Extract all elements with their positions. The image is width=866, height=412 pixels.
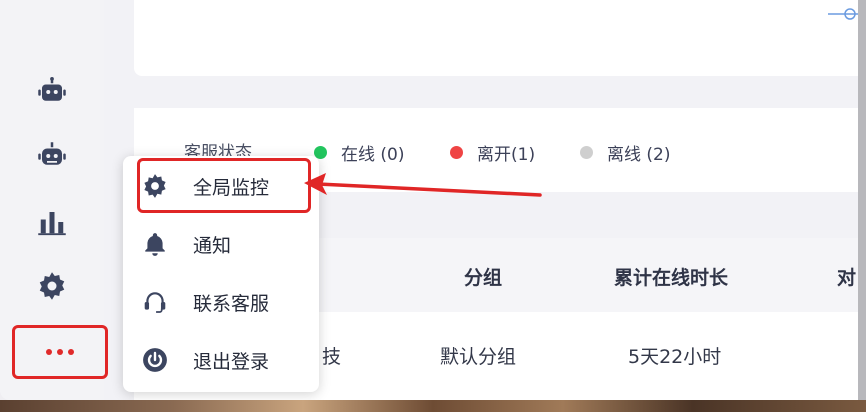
- annotation-highlight-box: [137, 158, 311, 213]
- robot-alt-icon[interactable]: [36, 140, 68, 172]
- menu-item-label: 退出登录: [193, 350, 270, 373]
- column-header-group: 分组: [464, 267, 503, 289]
- offline-dot-icon: [580, 146, 593, 159]
- cell-name: 技: [322, 346, 342, 368]
- overview-card: [134, 0, 858, 76]
- status-online-label: 在线 (0): [341, 145, 405, 165]
- window-edge: [858, 0, 866, 412]
- app-window: 客服状态 在线 (0) 离开(1) 离线 (2) 分组 累计在线时长 对 技 默…: [0, 0, 858, 400]
- menu-item-contact-support[interactable]: 联系客服: [123, 278, 319, 326]
- menu-item-logout[interactable]: 退出登录: [123, 336, 319, 384]
- more-icon: [46, 349, 74, 355]
- power-icon: [141, 346, 169, 374]
- bell-icon: [141, 230, 169, 258]
- status-away-label: 离开(1): [477, 145, 536, 165]
- chart-line-icon: [828, 8, 858, 20]
- menu-item-label: 联系客服: [193, 292, 270, 315]
- robot-icon[interactable]: [36, 76, 68, 108]
- headset-icon: [141, 288, 169, 316]
- annotation-arrow-icon: [304, 173, 542, 197]
- status-online: 在线 (0): [314, 140, 404, 165]
- status-offline-label: 离线 (2): [607, 145, 671, 165]
- column-header-online-duration: 累计在线时长: [614, 267, 729, 289]
- status-offline: 离线 (2): [580, 140, 670, 165]
- bar-chart-icon[interactable]: [36, 206, 68, 238]
- menu-item-label: 通知: [193, 234, 232, 257]
- away-dot-icon: [450, 146, 463, 159]
- menu-item-notifications[interactable]: 通知: [123, 220, 319, 268]
- settings-icon[interactable]: [36, 270, 68, 302]
- more-button[interactable]: [12, 325, 108, 379]
- sidebar: [0, 0, 108, 400]
- column-header-partial: 对: [837, 267, 857, 289]
- background-photo-strip: [0, 400, 866, 412]
- status-away: 离开(1): [450, 140, 535, 165]
- cell-online-duration: 5天22小时: [628, 346, 722, 368]
- cell-group: 默认分组: [440, 346, 517, 368]
